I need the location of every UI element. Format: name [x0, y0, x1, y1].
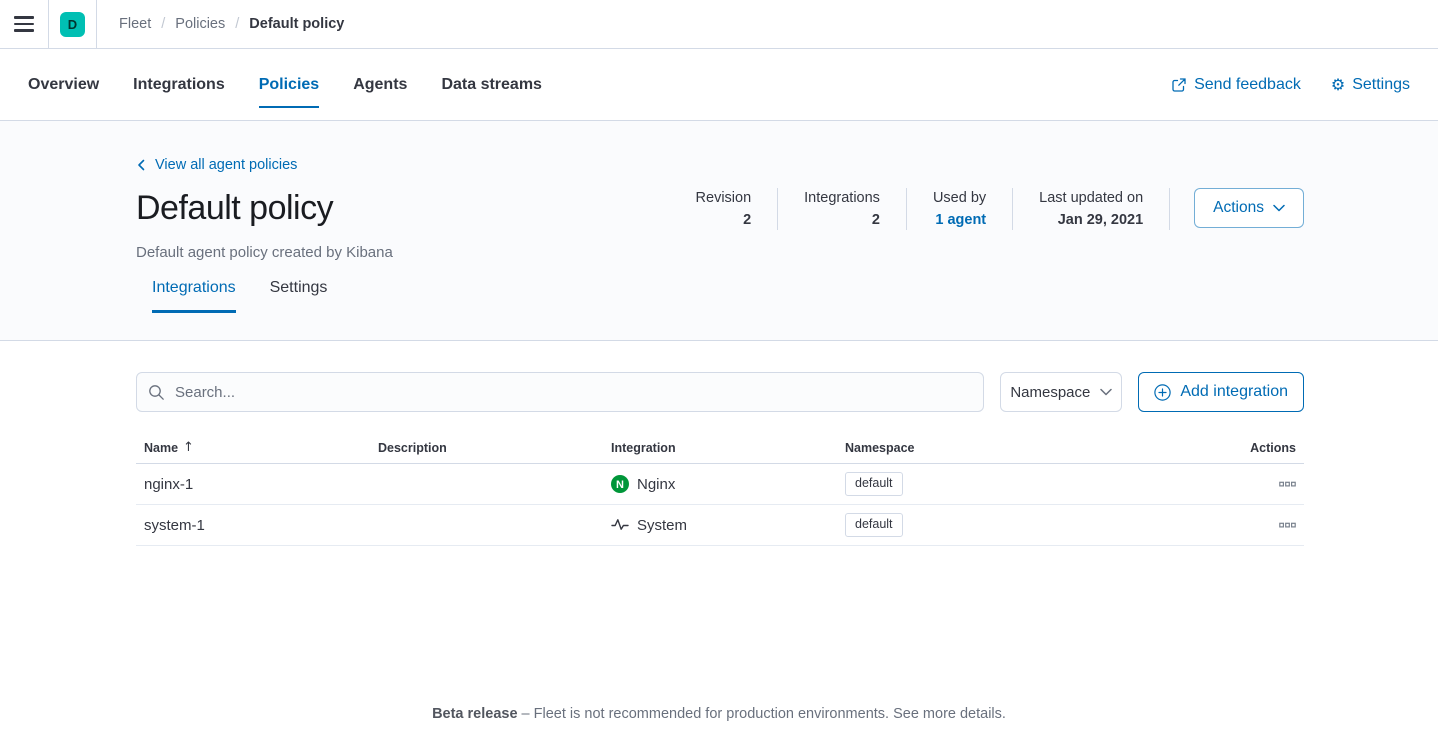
page-title: Default policy [136, 188, 333, 229]
cell-name: system-1 [136, 517, 370, 534]
column-header-integration: Integration [603, 441, 837, 455]
tab-policies[interactable]: Policies [259, 72, 319, 98]
namespace-filter-button[interactable]: Namespace [1000, 372, 1122, 412]
subtab-settings[interactable]: Settings [270, 279, 328, 313]
row-actions-button[interactable] [1279, 517, 1296, 534]
external-link-icon [1171, 77, 1187, 93]
table-header-row: Name ↑ Description Integration Namespace… [136, 440, 1304, 464]
chevron-left-icon [136, 159, 147, 171]
column-header-namespace: Namespace [837, 441, 1238, 455]
svg-text:N: N [616, 479, 624, 491]
integrations-table: Name ↑ Description Integration Namespace… [136, 440, 1304, 546]
actions-button-label: Actions [1213, 199, 1264, 217]
stat-value: Jan 29, 2021 [1039, 212, 1143, 228]
space-avatar: D [60, 12, 85, 37]
cell-namespace: default [837, 513, 1238, 537]
add-integration-label: Add integration [1180, 383, 1288, 401]
add-integration-button[interactable]: Add integration [1138, 372, 1304, 412]
used-by-agents-link[interactable]: 1 agent [933, 212, 986, 228]
policy-description: Default agent policy created by Kibana [136, 244, 1304, 261]
tab-data-streams[interactable]: Data streams [441, 72, 542, 98]
settings-link[interactable]: ⚙ Settings [1331, 76, 1410, 94]
tab-overview[interactable]: Overview [28, 72, 99, 98]
tab-integrations[interactable]: Integrations [133, 72, 225, 98]
breadcrumb-item-fleet[interactable]: Fleet [119, 16, 151, 32]
fleet-app-tabs: Overview Integrations Policies Agents Da… [0, 49, 1438, 120]
cell-integration: System [603, 516, 837, 534]
gear-icon: ⚙ [1331, 77, 1345, 93]
table-toolbar: Namespace Add integration [136, 372, 1304, 412]
stat-revision: Revision 2 [670, 188, 779, 230]
send-feedback-label: Send feedback [1194, 76, 1301, 94]
back-link-label: View all agent policies [155, 157, 297, 173]
column-header-description: Description [370, 441, 603, 455]
breadcrumb-item-current: Default policy [249, 16, 344, 32]
boxes-horizontal-icon [1279, 476, 1296, 493]
system-icon [611, 516, 629, 534]
stat-label: Integrations [804, 190, 880, 206]
boxes-horizontal-icon [1279, 517, 1296, 534]
table-row: system-1 System default [136, 505, 1304, 546]
policy-stats: Revision 2 Integrations 2 Used by 1 agen… [670, 188, 1304, 230]
namespace-filter-label: Namespace [1010, 384, 1090, 401]
policy-header: View all agent policies Default policy R… [0, 120, 1438, 341]
cell-namespace: default [837, 472, 1238, 496]
cell-actions [1238, 476, 1304, 493]
integrations-panel: Namespace Add integration Name ↑ Descrip… [0, 341, 1438, 546]
integration-name: System [637, 517, 687, 534]
space-logo-cell[interactable]: D [49, 0, 97, 48]
hamburger-menu-button[interactable] [0, 0, 49, 48]
tab-agents[interactable]: Agents [353, 72, 407, 98]
breadcrumb-item-policies[interactable]: Policies [175, 16, 225, 32]
table-row: nginx-1 N Nginx default [136, 464, 1304, 505]
stat-value: 2 [696, 212, 752, 228]
beta-badge: Beta release [432, 706, 517, 722]
settings-label: Settings [1352, 76, 1410, 94]
namespace-badge: default [845, 472, 903, 496]
app-tab-list: Overview Integrations Policies Agents Da… [28, 72, 542, 98]
view-all-policies-link[interactable]: View all agent policies [136, 157, 297, 173]
stat-integrations: Integrations 2 [778, 188, 907, 230]
breadcrumb-separator: / [161, 16, 165, 32]
subtab-integrations[interactable]: Integrations [152, 279, 236, 313]
cell-name: nginx-1 [136, 476, 370, 493]
chevron-down-icon [1273, 204, 1285, 212]
search-input[interactable] [136, 372, 984, 412]
send-feedback-link[interactable]: Send feedback [1171, 76, 1301, 94]
stat-label: Used by [933, 190, 986, 206]
chevron-down-icon [1100, 388, 1112, 396]
search-field-wrap [136, 372, 984, 412]
integration-name: Nginx [637, 476, 675, 493]
header-actions: Send feedback ⚙ Settings [1171, 76, 1410, 94]
namespace-badge: default [845, 513, 903, 537]
row-actions-button[interactable] [1279, 476, 1296, 493]
column-header-name[interactable]: Name ↑ [136, 440, 370, 455]
policy-subtabs: Integrations Settings [136, 279, 1304, 313]
search-icon [148, 384, 165, 401]
sort-ascending-icon: ↑ [183, 440, 194, 455]
beta-text[interactable]: – Fleet is not recommended for productio… [518, 706, 1006, 722]
stat-label: Revision [696, 190, 752, 206]
cell-actions [1238, 517, 1304, 534]
stat-label: Last updated on [1039, 190, 1143, 206]
plus-circle-icon [1154, 384, 1171, 401]
hamburger-icon [14, 16, 34, 32]
top-chrome-bar: D Fleet / Policies / Default policy [0, 0, 1438, 49]
beta-release-notice: Beta release – Fleet is not recommended … [0, 706, 1438, 722]
stat-used-by: Used by 1 agent [907, 188, 1013, 230]
title-block: Default policy [136, 188, 333, 229]
breadcrumb-separator: / [235, 16, 239, 32]
stat-last-updated: Last updated on Jan 29, 2021 [1013, 188, 1170, 230]
actions-button[interactable]: Actions [1194, 188, 1304, 228]
stat-value: 2 [804, 212, 880, 228]
column-header-actions: Actions [1238, 441, 1304, 455]
breadcrumb: Fleet / Policies / Default policy [97, 0, 344, 48]
cell-integration: N Nginx [603, 475, 837, 493]
nginx-icon: N [611, 475, 629, 493]
